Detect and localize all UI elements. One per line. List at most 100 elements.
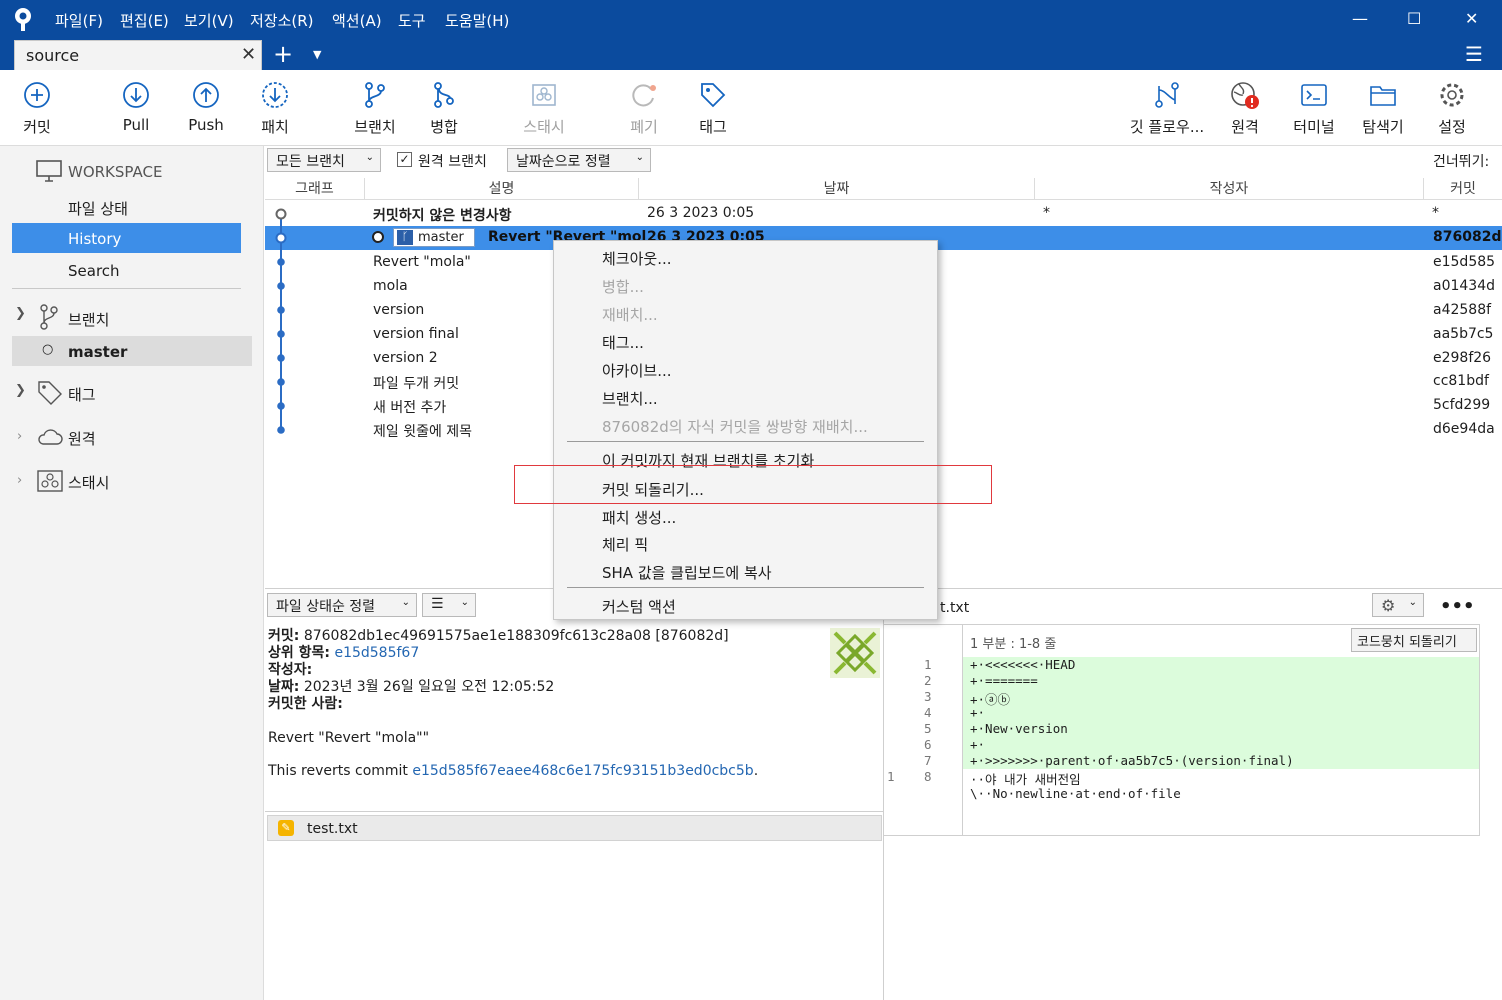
menu-item-branch[interactable]: 브랜치... [602,388,658,409]
terminal-label: 터미널 [1293,118,1335,136]
commit-description: version final [373,326,459,342]
line-number: 7 [924,753,932,768]
menu-item-merge[interactable]: 병합... [602,276,644,297]
tab-source[interactable]: source ✕ [14,40,262,70]
chevron-right-icon[interactable]: › [17,429,22,444]
sidebar-section-branches[interactable]: 브랜치 [68,309,109,330]
discard-button[interactable]: 폐기 [609,80,679,137]
date-label: 날짜: [268,679,300,695]
more-options-icon[interactable]: ••• [1440,596,1475,617]
stash-button[interactable]: 스태시 [509,80,579,137]
all-branches-dropdown[interactable]: 모든 브랜치 ⌄ [267,148,381,172]
menu-edit[interactable]: 편집(E) [120,10,169,31]
sidebar-section-remotes[interactable]: 원격 [68,428,96,449]
menu-item-checkout[interactable]: 체크아웃... [602,248,672,269]
branch-button[interactable]: 브랜치 [340,80,410,137]
sidebar-item-history[interactable]: History [12,223,241,253]
menu-item-custom-actions[interactable]: 커스텀 액션 [602,596,676,617]
menu-item-interactive-rebase[interactable]: 876082d의 자식 커밋을 쌍방향 재배치... [602,416,868,437]
sidebar-section-stashes[interactable]: 스태시 [68,472,109,493]
commit-description: Revert "mola" [373,254,471,270]
menu-item-copy-sha[interactable]: SHA 값을 클립보드에 복사 [602,562,772,583]
revert-hunk-button[interactable]: 코드뭉치 되돌리기 [1351,628,1477,652]
menu-item-create-patch[interactable]: 패치 생성... [602,507,676,528]
explorer-button[interactable]: 탐색기 [1348,80,1418,137]
remote-button[interactable]: 원격 [1210,80,1280,137]
column-graph[interactable]: 그래프 [265,178,365,200]
maximize-icon[interactable]: ☐ [1407,9,1421,28]
chevron-down-icon: ⌄ [365,152,374,163]
parent-label: 상위 항목: [268,645,330,661]
close-icon[interactable]: ✕ [1465,9,1478,28]
all-branches-label: 모든 브랜치 [276,154,345,170]
diff-options-button[interactable]: ⚙ ⌄ [1372,593,1424,617]
sidebar-item-search[interactable]: Search [68,262,120,280]
stash-label: 스태시 [523,118,565,136]
sidebar-item-master[interactable]: ○ master [12,336,252,366]
push-button[interactable]: Push [171,80,241,134]
avatar [830,628,880,678]
fetch-button[interactable]: 패치 [240,80,310,137]
menu-item-tag[interactable]: 태그... [602,332,644,353]
file-list-item[interactable]: ✎ test.txt [267,815,882,841]
parent-link[interactable]: e15d585f67 [334,645,419,661]
sidebar-history-label: History [68,230,122,248]
chevron-right-icon[interactable]: › [17,473,22,488]
commit-button[interactable]: 커밋 [2,80,72,137]
commit-hash: cc81bdf [1433,373,1489,389]
sort-dropdown[interactable]: 날짜순으로 정렬 ⌄ [507,148,651,172]
add-tab-icon[interactable]: + [273,40,293,68]
menu-help[interactable]: 도움말(H) [445,10,509,31]
column-date[interactable]: 날짜 [639,178,1035,200]
menu-item-rebase[interactable]: 재배치... [602,304,658,325]
reverts-prefix: This reverts commit [268,763,413,779]
head-marker-icon [372,231,384,243]
show-remote-checkbox[interactable]: ✓ [397,152,412,167]
tag-button[interactable]: 태그 [678,80,748,137]
git-flow-icon [1155,82,1179,108]
gear-icon [1440,83,1464,107]
menu-actions[interactable]: 액션(A) [332,10,382,31]
fetch-label: 패치 [261,118,289,136]
sidebar: WORKSPACE 파일 상태 History Search ❯ 브랜치 ○ m… [0,146,264,1000]
view-mode-dropdown[interactable]: ☰ ⌄ [422,593,476,617]
terminal-button[interactable]: 터미널 [1279,80,1349,137]
column-author[interactable]: 작성자 [1035,178,1424,200]
diff-line-added [963,673,1479,689]
minimize-icon[interactable]: — [1352,9,1368,28]
line-number: 2 [924,673,932,688]
menu-file[interactable]: 파일(F) [55,10,103,31]
menu-tools[interactable]: 도구 [398,10,426,31]
file-list-divider [265,811,883,812]
merge-button[interactable]: 병합 [409,80,479,137]
branch-icon [365,82,385,108]
sidebar-item-file-status[interactable]: 파일 상태 [68,198,128,219]
table-row[interactable]: 커밋하지 않은 변경사항 26 3 2023 0:05 * * [265,202,1502,226]
folder-icon [1370,86,1396,106]
file-sort-dropdown[interactable]: 파일 상태순 정렬 ⌄ [267,593,417,617]
column-description[interactable]: 설명 [365,178,639,200]
discard-icon [632,84,656,107]
commit-hash: aa5b7c5 [1433,326,1494,342]
commit-hash: a01434d [1433,278,1496,294]
commit-details: 커밋: 876082db1ec49691575ae1e188309fc613c2… [268,628,828,780]
sourcetree-logo-icon [15,8,31,31]
chevron-down-icon[interactable]: ❯ [15,306,26,321]
menu-item-archive[interactable]: 아카이브... [602,360,672,381]
chevron-down-icon[interactable]: ❯ [15,383,26,398]
merge-label: 병합 [430,118,458,136]
branch-label-text: master [418,230,464,245]
settings-button[interactable]: 설정 [1417,80,1487,137]
menu-item-cherry-pick[interactable]: 체리 픽 [602,534,648,555]
tab-dropdown-icon[interactable]: ▼ [313,48,321,61]
sidebar-section-tags[interactable]: 태그 [68,384,96,405]
reverts-link[interactable]: e15d585f67eaee468c6e175fc93151b3ed0cbc5b [412,763,753,779]
git-flow-button[interactable]: 깃 플로우... [1124,80,1210,137]
current-branch-icon: ○ [42,342,54,357]
menu-view[interactable]: 보기(V) [184,10,234,31]
hamburger-menu-icon[interactable]: ☰ [1465,42,1483,66]
column-commit[interactable]: 커밋 [1424,178,1502,200]
menu-repository[interactable]: 저장소(R) [250,10,314,31]
pull-button[interactable]: Pull [101,80,171,134]
close-tab-icon[interactable]: ✕ [241,44,256,65]
